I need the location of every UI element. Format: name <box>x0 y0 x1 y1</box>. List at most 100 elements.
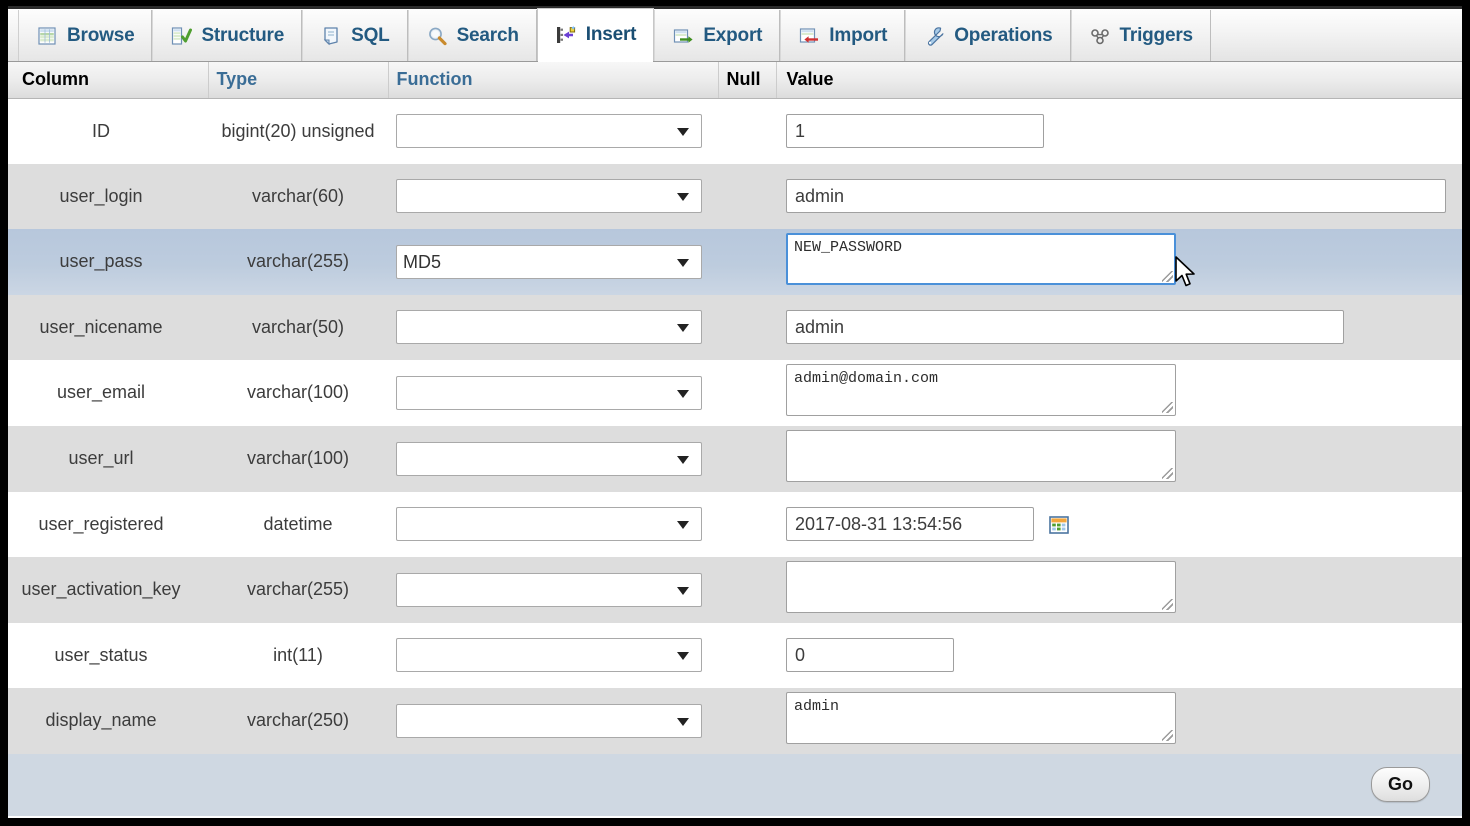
table-row: user_activation_keyvarchar(255)MD5SHA1PA… <box>8 556 1462 623</box>
column-name-cell: user_email <box>8 359 208 426</box>
function-select-wrapper: MD5SHA1PASSWORDUUIDNOW <box>396 703 702 738</box>
null-cell <box>718 228 776 295</box>
function-select-wrapper: MD5SHA1PASSWORDUUIDNOW <box>396 572 702 607</box>
tab-structure[interactable]: Structure <box>152 10 303 61</box>
insert-row-icon <box>556 25 575 43</box>
tab-label: Search <box>456 24 519 46</box>
function-select-wrapper: MD5SHA1PASSWORDUUIDNOW <box>396 244 702 279</box>
function-cell: MD5SHA1PASSWORDUUIDNOW <box>388 425 718 492</box>
function-select-wrapper: MD5SHA1PASSWORDUUIDNOW <box>396 114 702 149</box>
function-cell: MD5SHA1PASSWORDUUIDNOW <box>388 228 718 295</box>
tab-browse[interactable]: Browse <box>18 10 153 61</box>
function-select[interactable]: MD5SHA1PASSWORDUUIDNOW <box>396 703 702 738</box>
value-cell <box>776 556 1462 623</box>
function-select-wrapper: MD5SHA1PASSWORDUUIDNOW <box>396 638 702 672</box>
tab-import[interactable]: Import <box>780 10 906 61</box>
column-type-cell: varchar(100) <box>208 425 388 492</box>
null-cell <box>718 163 776 229</box>
phpmyadmin-insert-page: Browse Structure SQL Search Insert Export Impo… <box>8 6 1462 818</box>
value-cell <box>776 228 1462 295</box>
function-select[interactable]: MD5SHA1PASSWORDUUIDNOW <box>396 507 702 541</box>
column-name-cell: ID <box>8 98 208 164</box>
triggers-icon <box>1090 28 1109 44</box>
function-select-wrapper: MD5SHA1PASSWORDUUIDNOW <box>396 375 702 410</box>
function-cell: MD5SHA1PASSWORDUUIDNOW <box>388 687 718 754</box>
function-select[interactable]: MD5SHA1PASSWORDUUIDNOW <box>396 572 702 607</box>
value-input[interactable] <box>786 638 954 672</box>
function-select[interactable]: MD5SHA1PASSWORDUUIDNOW <box>396 375 702 410</box>
table-row: user_passvarchar(255)MD5SHA1PASSWORDUUID… <box>8 228 1462 295</box>
null-cell <box>718 425 776 492</box>
value-cell <box>776 294 1462 360</box>
value-textarea[interactable] <box>786 692 1176 744</box>
main-tab-bar: Browse Structure SQL Search Insert Export Impo… <box>8 6 1462 62</box>
null-cell <box>718 556 776 623</box>
null-cell <box>718 359 776 426</box>
column-type-cell: varchar(50) <box>208 294 388 360</box>
go-button[interactable]: Go <box>1371 767 1430 802</box>
value-cell <box>776 425 1462 492</box>
function-select[interactable]: MD5SHA1PASSWORDUUIDNOW <box>396 114 702 149</box>
column-name-cell: user_activation_key <box>8 556 208 623</box>
tab-label: Export <box>703 24 763 46</box>
tab-triggers[interactable]: Triggers <box>1070 10 1211 61</box>
column-type-cell: varchar(250) <box>208 687 388 754</box>
insert-form-table: Column Type Function Null Value ID bigint… <box>8 62 1462 816</box>
form-footer-row: Go <box>8 753 1462 816</box>
function-cell: MD5SHA1PASSWORDUUIDNOW <box>388 491 718 557</box>
header-type[interactable]: Type <box>208 62 389 99</box>
null-cell <box>718 622 776 688</box>
function-select-wrapper: MD5SHA1PASSWORDUUIDNOW <box>396 310 702 344</box>
function-select[interactable]: MD5SHA1PASSWORDUUIDNOW <box>396 441 702 476</box>
value-cell <box>776 687 1462 754</box>
value-input[interactable] <box>786 114 1044 149</box>
footer-cell: Go <box>8 753 1462 816</box>
tab-insert[interactable]: Insert <box>536 8 655 62</box>
function-select[interactable]: MD5SHA1PASSWORDUUIDNOW <box>396 310 702 344</box>
tab-search[interactable]: Search <box>407 10 537 61</box>
table-row: IDbigint(20) unsignedMD5SHA1PASSWORDUUID… <box>8 98 1462 164</box>
value-textarea[interactable] <box>786 233 1176 285</box>
table-row: user_urlvarchar(100)MD5SHA1PASSWORDUUIDN… <box>8 425 1462 492</box>
header-null: Null <box>718 62 777 99</box>
value-textarea-wrapper <box>786 692 1176 744</box>
header-function[interactable]: Function <box>388 62 719 99</box>
null-cell <box>718 294 776 360</box>
value-input[interactable] <box>786 179 1446 213</box>
value-textarea[interactable] <box>786 364 1176 416</box>
value-cell <box>776 491 1462 557</box>
tab-label: Triggers <box>1119 24 1194 46</box>
value-textarea[interactable] <box>786 430 1176 482</box>
column-type-cell: varchar(60) <box>208 163 388 229</box>
structure-icon <box>172 26 193 45</box>
null-cell <box>718 491 776 557</box>
function-select-wrapper: MD5SHA1PASSWORDUUIDNOW <box>396 179 702 213</box>
function-cell: MD5SHA1PASSWORDUUIDNOW <box>388 622 718 688</box>
calendar-picker-icon[interactable] <box>1048 514 1070 536</box>
tab-export[interactable]: Export <box>654 10 781 61</box>
tab-label: Operations <box>954 24 1053 46</box>
table-row: display_namevarchar(250)MD5SHA1PASSWORDU… <box>8 687 1462 754</box>
table-row: user_statusint(11)MD5SHA1PASSWORDUUIDNOW <box>8 622 1462 688</box>
tab-sql[interactable]: SQL <box>302 10 408 61</box>
column-type-cell: bigint(20) unsigned <box>208 98 388 164</box>
function-select[interactable]: MD5SHA1PASSWORDUUIDNOW <box>396 244 702 279</box>
sql-scroll-icon <box>323 26 338 45</box>
function-select[interactable]: MD5SHA1PASSWORDUUIDNOW <box>396 638 702 672</box>
column-type-cell: varchar(100) <box>208 359 388 426</box>
column-type-cell: varchar(255) <box>208 228 388 295</box>
function-select[interactable]: MD5SHA1PASSWORDUUIDNOW <box>396 179 702 213</box>
function-cell: MD5SHA1PASSWORDUUIDNOW <box>388 294 718 360</box>
column-name-cell: user_status <box>8 622 208 688</box>
table-row: user_registereddatetimeMD5SHA1PASSWORDUU… <box>8 491 1462 557</box>
value-textarea[interactable] <box>786 561 1176 613</box>
column-name-cell: display_name <box>8 687 208 754</box>
search-magnifier-icon <box>428 27 447 45</box>
function-select-wrapper: MD5SHA1PASSWORDUUIDNOW <box>396 507 702 541</box>
header-column: Column <box>8 62 209 99</box>
value-input[interactable] <box>786 507 1034 541</box>
value-input[interactable] <box>786 310 1344 344</box>
value-cell <box>776 163 1462 229</box>
column-type-cell: varchar(255) <box>208 556 388 623</box>
tab-operations[interactable]: Operations <box>905 10 1071 61</box>
